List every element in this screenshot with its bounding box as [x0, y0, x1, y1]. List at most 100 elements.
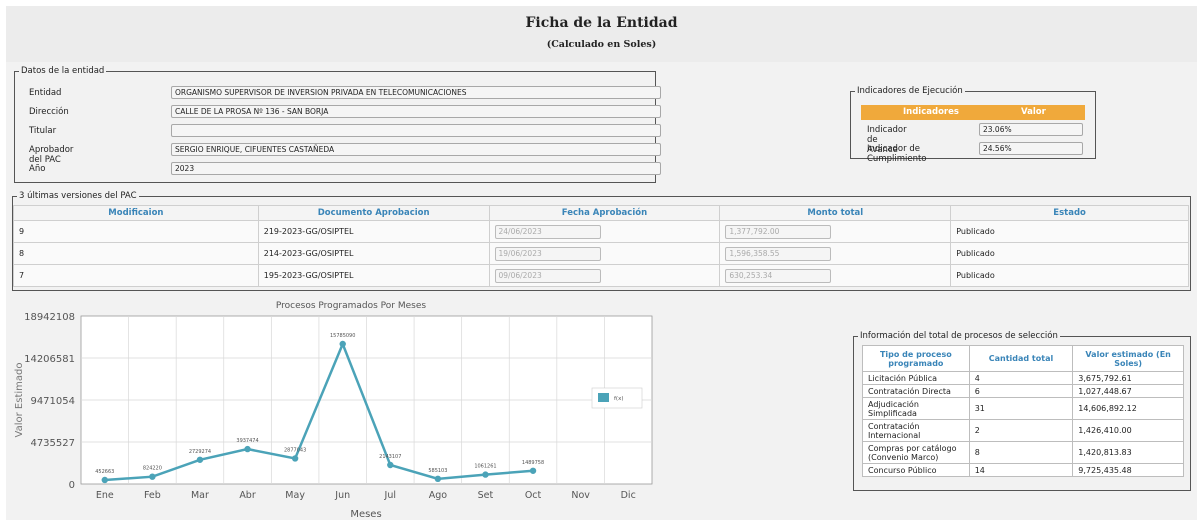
entity-data-legend: Datos de la entidad: [21, 66, 105, 76]
data-label: 2729274: [189, 449, 211, 455]
x-tick-label: Mar: [191, 490, 209, 501]
cell-estado: Publicado: [950, 264, 1189, 287]
table-row[interactable]: Licitación Pública 4 3,675,792.61: [862, 371, 1184, 385]
cell-valor: 1,426,410.00: [1072, 419, 1184, 442]
pac-approver-label: Aprobador del PAC: [29, 145, 74, 165]
pac-versions-table: Modificaion Documento Aprobacion Fecha A…: [13, 205, 1189, 287]
data-point[interactable]: [291, 455, 299, 462]
data-point[interactable]: [482, 471, 489, 478]
x-tick-label: Abr: [239, 490, 256, 501]
date-field[interactable]: 24/06/2023: [494, 224, 601, 239]
cell-doc: 214-2023-GG/OSIPTEL: [257, 242, 490, 265]
year-field[interactable]: 2023: [171, 162, 661, 175]
data-point[interactable]: [529, 467, 537, 474]
x-axis-label: Meses: [350, 509, 381, 520]
cell-cantidad: 31: [968, 397, 1074, 420]
cell-tipo: Contratación Directa: [862, 384, 970, 398]
indicator-compliance-field[interactable]: 24.56%: [979, 142, 1083, 155]
y-tick-label: 4735527: [30, 438, 75, 449]
pac-versions-legend: 3 últimas versiones del PAC: [19, 191, 137, 201]
entity-name-label: Entidad: [29, 88, 62, 98]
totals-panel: Información del total de procesos de sel…: [853, 331, 1191, 491]
amount-field[interactable]: 1,377,792.00: [725, 224, 832, 239]
amount-field[interactable]: 1,596,358.55: [725, 246, 832, 261]
legend-label: f(x): [614, 396, 623, 402]
cell-cantidad: 2: [968, 419, 1074, 442]
x-tick-label: Ene: [96, 490, 114, 501]
table-row[interactable]: Compras por catálogo (Convenio Marco) 8 …: [862, 441, 1184, 464]
monthly-processes-chart: Procesos Programados Por Meses Valor Est…: [6, 296, 656, 520]
indicators-legend: Indicadores de Ejecución: [857, 86, 963, 96]
cell-cantidad: 4: [968, 371, 1074, 385]
col-header-modificacion[interactable]: Modificaion: [13, 205, 259, 221]
cell-cantidad: 8: [968, 441, 1074, 464]
chart-svg: Procesos Programados Por Meses Valor Est…: [14, 301, 653, 520]
amount-field[interactable]: 630,253.34: [725, 268, 832, 283]
titular-field[interactable]: [171, 124, 661, 137]
date-field[interactable]: 19/06/2023: [494, 246, 601, 261]
data-point[interactable]: [387, 461, 394, 469]
cell-doc: 195-2023-GG/OSIPTEL: [257, 264, 490, 287]
x-tick-label: Ago: [429, 490, 448, 501]
col-header-documento[interactable]: Documento Aprobacion: [257, 205, 490, 221]
col-header-estado[interactable]: Estado: [950, 205, 1189, 221]
data-point[interactable]: [244, 445, 251, 453]
value-col-label: Valor: [1021, 107, 1046, 117]
data-point[interactable]: [196, 456, 204, 463]
table-row[interactable]: 9 219-2023-GG/OSIPTEL 24/06/2023 1,377,7…: [13, 220, 1189, 243]
data-label: 2877043: [284, 447, 306, 453]
cell-tipo: Contratación Internacional: [862, 419, 970, 442]
totals-table: Tipo de proceso programado Cantidad tota…: [862, 345, 1184, 477]
data-point[interactable]: [339, 340, 346, 348]
table-row[interactable]: Contratación Directa 6 1,027,448.67: [862, 384, 1184, 398]
x-tick-label: Jun: [334, 490, 350, 501]
cell-tipo: Concurso Público: [862, 463, 970, 477]
cell-tipo: Licitación Pública: [862, 371, 970, 385]
data-point[interactable]: [434, 475, 442, 483]
cell-valor: 3,675,792.61: [1072, 371, 1184, 385]
indicator-advance-field[interactable]: 23.06%: [979, 123, 1083, 136]
x-tick-label: Dic: [621, 490, 636, 501]
data-label: 1489758: [522, 460, 544, 466]
year-label: Año: [29, 164, 46, 174]
data-point[interactable]: [149, 473, 156, 480]
y-tick-label: 9471054: [30, 396, 75, 407]
data-label: 15785090: [330, 333, 355, 339]
table-row[interactable]: 7 195-2023-GG/OSIPTEL 09/06/2023 630,253…: [13, 264, 1189, 287]
cell-valor: 1,420,813.83: [1072, 441, 1184, 464]
table-row[interactable]: 8 214-2023-GG/OSIPTEL 19/06/2023 1,596,3…: [13, 242, 1189, 265]
x-tick-label: Set: [478, 490, 494, 501]
y-tick-label: 18942108: [24, 312, 75, 323]
data-point[interactable]: [101, 476, 108, 484]
date-field[interactable]: 09/06/2023: [494, 268, 601, 283]
x-tick-label: Nov: [571, 490, 590, 501]
chart-legend[interactable]: f(x): [591, 387, 643, 409]
cell-cantidad: 14: [968, 463, 1074, 477]
cell-estado: Publicado: [950, 242, 1189, 265]
col-header-valor[interactable]: Valor estimado (En Soles): [1072, 345, 1184, 372]
entity-name-field[interactable]: ORGANISMO SUPERVISOR DE INVERSION PRIVAD…: [171, 86, 661, 99]
col-header-monto[interactable]: Monto total: [719, 205, 952, 221]
data-label: 1061261: [474, 464, 496, 470]
cell-valor: 9,725,435.48: [1072, 463, 1184, 477]
page-title: Ficha de la Entidad: [525, 15, 678, 31]
x-tick-label: May: [285, 490, 305, 501]
cell-mod: 9: [13, 220, 259, 243]
pac-approver-field[interactable]: SERGIO ENRIQUE, CIFUENTES CASTAÑEDA: [171, 143, 661, 156]
indicator-compliance-label: Indicador de Cumplimiento: [867, 144, 927, 164]
x-tick-label: Jul: [384, 490, 396, 501]
y-tick-label: 0: [69, 480, 75, 491]
cell-cantidad: 6: [968, 384, 1074, 398]
table-row[interactable]: Adjudicación Simplificada 31 14,606,892.…: [862, 397, 1184, 420]
cell-estado: Publicado: [950, 220, 1189, 243]
x-tick-label: Oct: [525, 490, 542, 501]
address-label: Dirección: [29, 107, 69, 117]
address-field[interactable]: CALLE DE LA PROSA Nº 136 - SAN BORJA: [171, 105, 661, 118]
chart-title: Procesos Programados Por Meses: [276, 301, 426, 311]
page-header: Ficha de la Entidad (Calculado en Soles): [6, 6, 1197, 62]
table-row[interactable]: Concurso Público 14 9,725,435.48: [862, 463, 1184, 477]
col-header-tipo[interactable]: Tipo de proceso programado: [862, 345, 970, 372]
col-header-cantidad[interactable]: Cantidad total: [968, 345, 1074, 372]
col-header-fecha[interactable]: Fecha Aprobación: [488, 205, 721, 221]
table-row[interactable]: Contratación Internacional 2 1,426,410.0…: [862, 419, 1184, 442]
